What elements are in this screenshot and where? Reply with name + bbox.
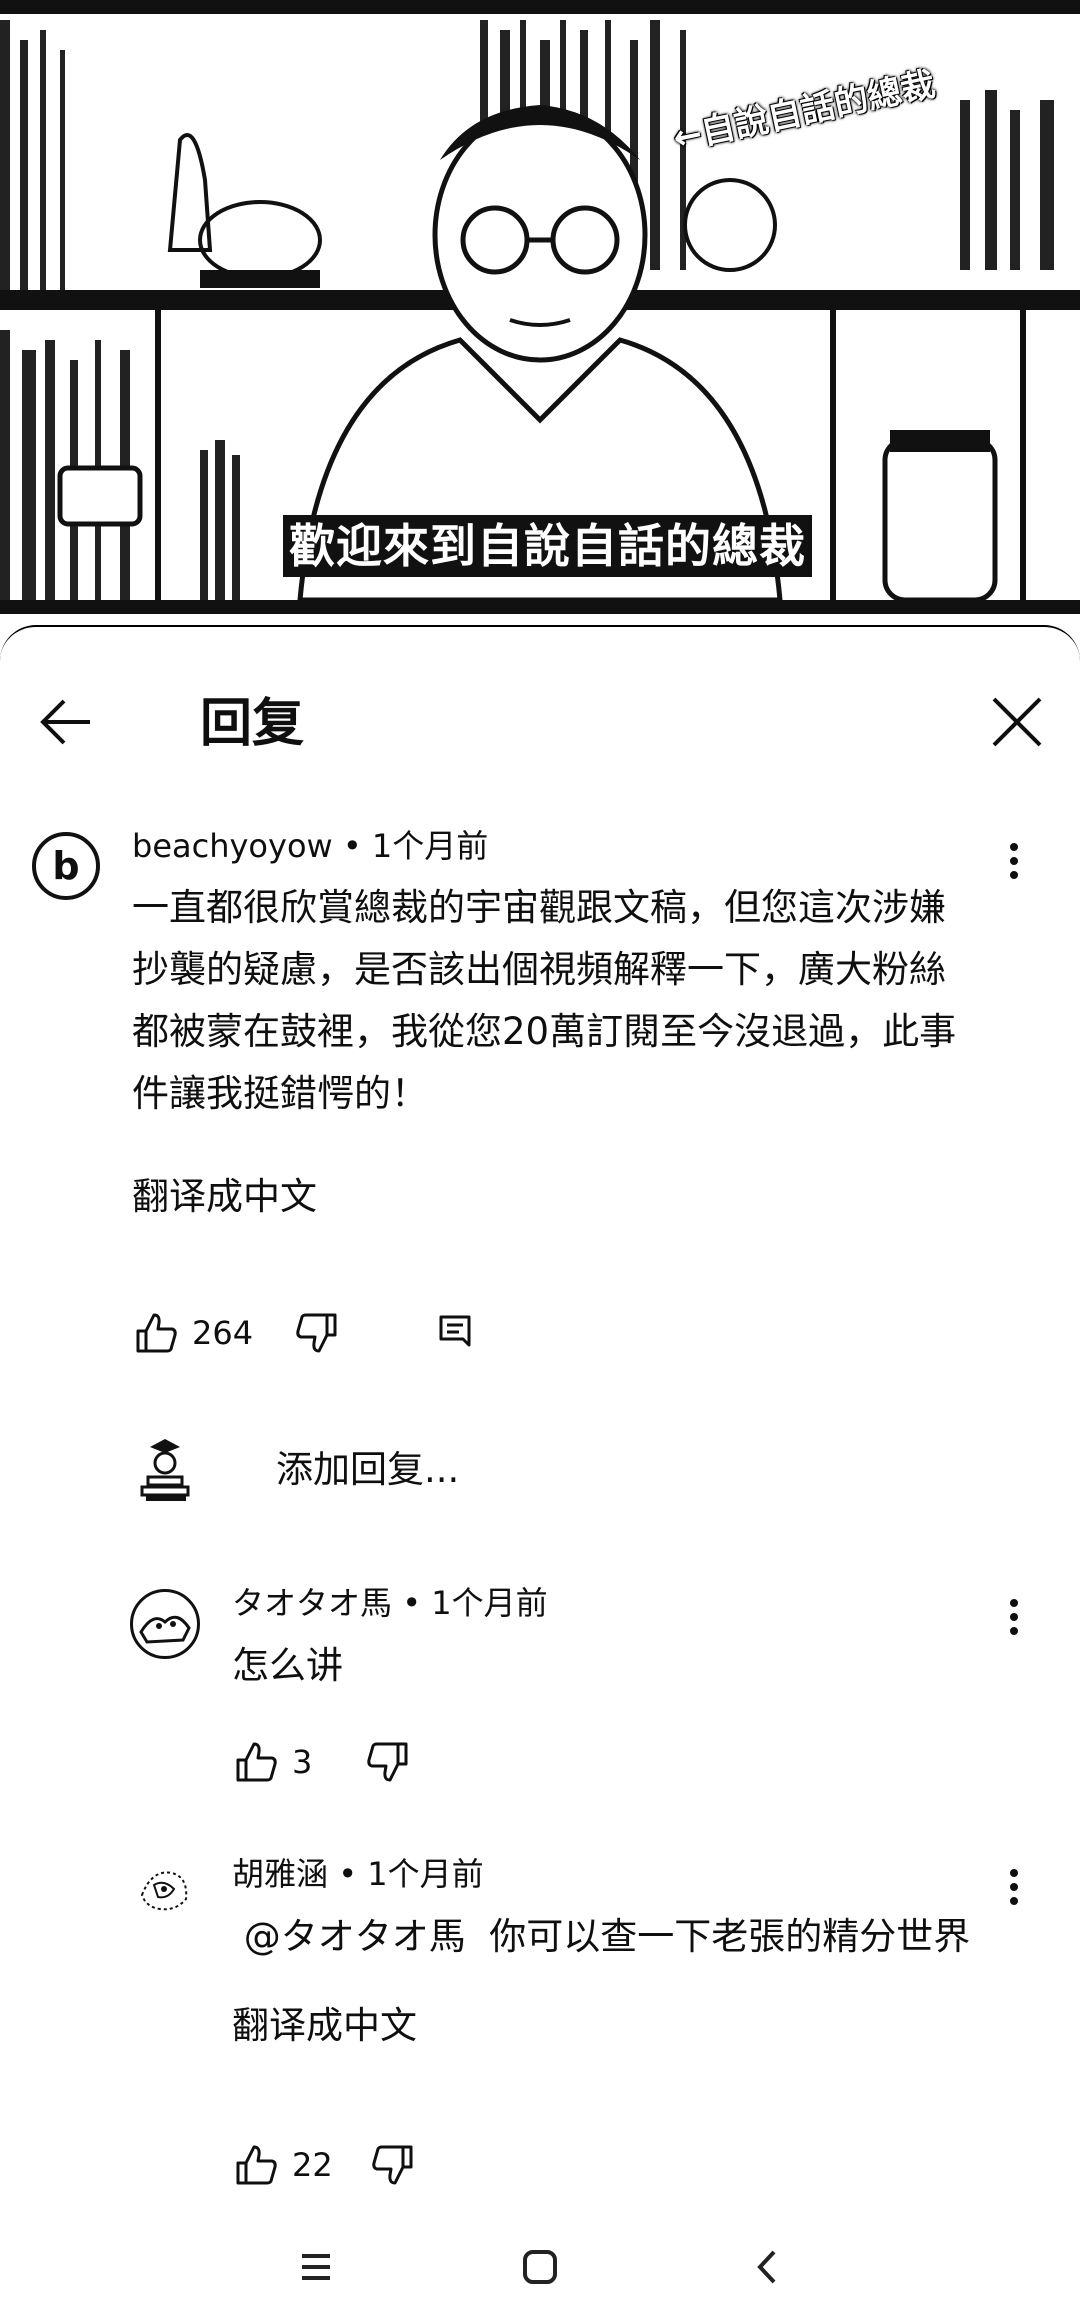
thumbs-up-icon <box>236 1742 277 1782</box>
thumbs-up-icon <box>136 1313 177 1353</box>
thumbs-down-icon <box>372 2145 413 2185</box>
menu-icon <box>302 2254 330 2280</box>
user-avatar-icon <box>140 1439 190 1501</box>
avatar[interactable] <box>130 1855 200 1925</box>
reply-author[interactable]: 胡雅涵 <box>232 1855 328 1893</box>
thumbs-down-icon <box>296 1313 337 1353</box>
comment-actions: 264 <box>132 1303 479 1363</box>
back-chevron-icon <box>757 2250 776 2284</box>
meta-separator: • <box>338 1855 358 1893</box>
close-icon <box>992 697 1042 747</box>
comment-text-line: 都被蒙在鼓裡，我從您20萬訂閱至今沒退過，此事 <box>132 1010 957 1053</box>
more-vertical-icon <box>1010 1869 1018 1905</box>
reply-author[interactable]: タオタオ馬 <box>232 1584 392 1622</box>
like-count: 3 <box>292 1743 313 1781</box>
avatar-image <box>139 1615 191 1644</box>
avatar-image <box>133 1858 197 1922</box>
comment-text-line: 件讓我挺錯愕的！ <box>132 1072 428 1115</box>
system-back-button[interactable] <box>728 2232 808 2302</box>
video-subtitle: 歡迎來到自說自話的總裁 <box>283 515 812 577</box>
comment-time: 1个月前 <box>371 827 489 865</box>
reply-time: 1个月前 <box>367 1855 484 1893</box>
comment-meta: beachyoyow • 1个月前 <box>132 825 488 867</box>
back-button[interactable] <box>30 687 100 757</box>
comment-author[interactable]: beachyoyow <box>132 827 333 865</box>
more-vertical-icon <box>1010 1599 1018 1635</box>
thumbs-up-icon <box>236 2145 277 2185</box>
home-square-icon <box>523 2250 557 2284</box>
reply-more-button[interactable] <box>994 1853 1034 1923</box>
current-user-avatar <box>130 1435 200 1505</box>
thumbs-down-icon <box>367 1742 408 1782</box>
reply-button[interactable] <box>431 1309 479 1357</box>
replies-panel: 回复 b beachyoyow • 1个月前 一直都很欣賞總裁的宇宙觀跟文稿，但… <box>0 625 1080 2324</box>
avatar[interactable]: b <box>32 832 100 900</box>
reply-actions: 22 <box>232 2135 417 2195</box>
meta-separator: • <box>342 827 362 865</box>
like-button[interactable] <box>232 1738 280 1786</box>
comment-text-line: 抄襲的疑慮，是否該出個視頻解釋一下，廣大粉絲 <box>132 948 946 991</box>
reply-time: 1个月前 <box>431 1584 548 1622</box>
add-reply-input[interactable]: 添加回复... <box>276 1445 459 1495</box>
reply-text: @タオタオ馬 你可以查一下老張的精分世界 <box>232 1915 971 1958</box>
panel-title: 回复 <box>200 694 305 754</box>
like-button[interactable] <box>232 2141 280 2189</box>
avatar-letter: b <box>52 844 80 888</box>
reply-text: 怎么讲 <box>232 1644 343 1687</box>
home-button[interactable] <box>500 2232 580 2302</box>
reply-more-button[interactable] <box>994 1583 1034 1653</box>
system-nav-bar <box>0 2212 1080 2324</box>
dislike-button[interactable] <box>293 1309 341 1357</box>
reply-meta: 胡雅涵 • 1个月前 <box>232 1853 484 1895</box>
like-count: 22 <box>292 2146 333 2184</box>
like-button[interactable] <box>132 1309 180 1357</box>
comment-text-line: 一直都很欣賞總裁的宇宙觀跟文稿，但您這次涉嫌 <box>132 886 946 929</box>
reply-actions: 3 <box>232 1732 412 1792</box>
translate-button[interactable]: 翻译成中文 <box>232 2001 417 2051</box>
like-count: 264 <box>192 1314 254 1352</box>
reply-meta: タオタオ馬 • 1个月前 <box>232 1582 548 1624</box>
recent-apps-button[interactable] <box>276 2232 356 2302</box>
dislike-button[interactable] <box>369 2141 417 2189</box>
avatar[interactable] <box>130 1589 200 1659</box>
panel-header: 回复 <box>0 627 1080 817</box>
translate-button[interactable]: 翻译成中文 <box>132 1172 317 1222</box>
close-button[interactable] <box>982 687 1052 757</box>
comment-text: 一直都很欣賞總裁的宇宙觀跟文稿，但您這次涉嫌 抄襲的疑慮，是否該出個視頻解釋一下… <box>132 877 1032 1125</box>
meta-separator: • <box>402 1584 422 1622</box>
dislike-button[interactable] <box>364 1738 412 1786</box>
video-player[interactable]: ←自說自話的總裁 歡迎來到自說自話的總裁 <box>0 0 1080 640</box>
comment-icon <box>439 1315 471 1347</box>
arrow-left-icon <box>40 699 90 745</box>
